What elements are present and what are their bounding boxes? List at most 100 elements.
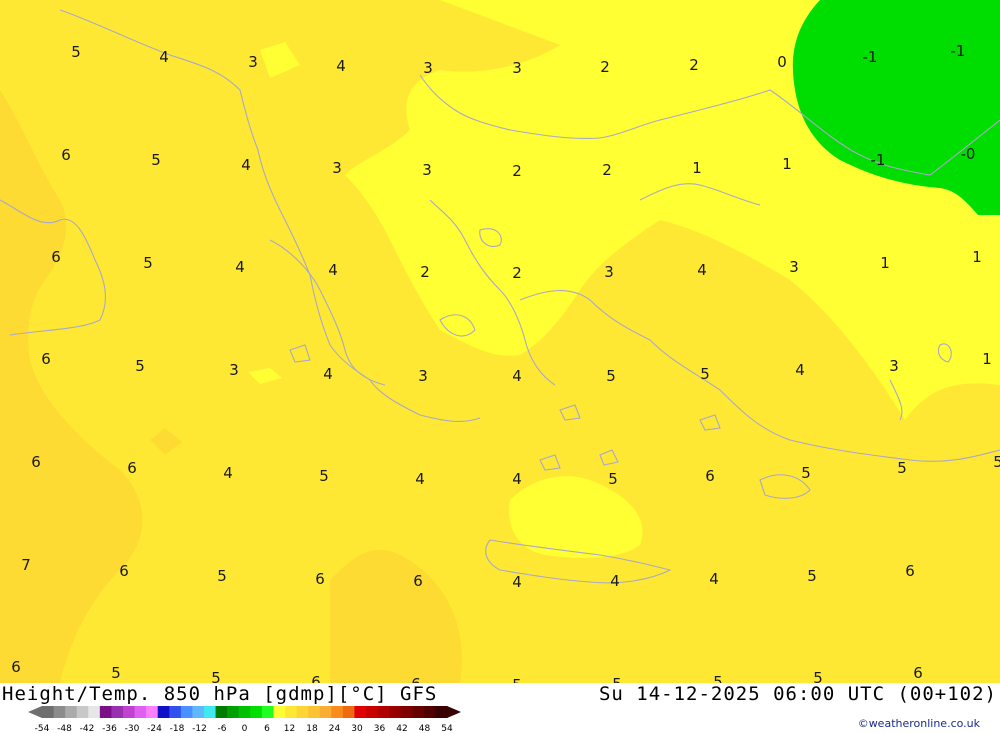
- scale-tick-label: 18: [306, 724, 318, 733]
- valid-time: Su 14-12-2025 06:00 UTC (00+102): [598, 683, 997, 705]
- temperature-value: 2: [512, 264, 522, 282]
- scale-swatch: [192, 706, 205, 718]
- credit-link[interactable]: ©weatheronline.co.uk: [858, 717, 980, 730]
- temperature-value: 5: [801, 464, 811, 482]
- temperature-value: 3: [423, 59, 433, 77]
- scale-swatch: [169, 706, 182, 718]
- temperature-value: -0: [961, 145, 976, 163]
- footer-bar: Height/Temp. 850 hPa [gdmp][°C] GFS Su 1…: [0, 683, 1000, 733]
- temperature-map: 5 4 3 4 3 3 2 2 0 -1 -1 6 5 4 3 3 2 2 1 1 -1 -0 6 5 4 4 2 2 3 4 3 1 1 6 5 3…: [0, 0, 1000, 683]
- temperature-value: 6: [315, 570, 325, 588]
- temperature-value: 3: [229, 361, 239, 379]
- scale-swatch: [331, 706, 344, 718]
- temperature-value: 5: [612, 675, 622, 683]
- temperature-value: 3: [889, 357, 899, 375]
- scale-swatch: [53, 706, 66, 718]
- scale-swatch: [377, 706, 390, 718]
- temperature-value: 5: [111, 664, 121, 682]
- scale-tick-label: -36: [102, 724, 117, 733]
- temperature-value: 4: [223, 464, 233, 482]
- scale-tick-label: 48: [419, 724, 431, 733]
- temperature-value: 7: [21, 556, 31, 574]
- temperature-value: -1: [863, 48, 878, 66]
- temperature-value: 4: [795, 361, 805, 379]
- temperature-value: 5: [713, 673, 723, 683]
- scale-swatch: [227, 706, 240, 718]
- temperature-value: -1: [951, 42, 966, 60]
- temperature-value: 6: [913, 664, 923, 682]
- temperature-value: 6: [411, 675, 421, 683]
- temperature-value: 5: [813, 669, 823, 683]
- temperature-value: 3: [332, 159, 342, 177]
- scale-swatch: [215, 706, 228, 718]
- scale-swatch: [273, 706, 286, 718]
- temperature-value: 5: [608, 470, 618, 488]
- scale-swatch: [157, 706, 170, 718]
- temperature-value: 4: [235, 258, 245, 276]
- scale-swatch: [180, 706, 193, 718]
- temperature-value: 4: [328, 261, 338, 279]
- scale-tick-label: 54: [441, 724, 453, 733]
- scale-tick-label: -6: [218, 724, 227, 733]
- temperature-value: 4: [415, 470, 425, 488]
- scale-swatch: [319, 706, 332, 718]
- scale-swatch: [99, 706, 112, 718]
- temperature-value: 6: [311, 673, 321, 683]
- temperature-value: 2: [512, 162, 522, 180]
- scale-swatch: [354, 706, 367, 718]
- temperature-value: 5: [700, 365, 710, 383]
- temperature-value: 2: [602, 161, 612, 179]
- temperature-value: 3: [512, 59, 522, 77]
- scale-swatch: [435, 706, 448, 718]
- scale-arrow-right: [447, 706, 461, 718]
- temperature-value: 3: [418, 367, 428, 385]
- scale-tick-label: -48: [57, 724, 72, 733]
- scale-swatch: [134, 706, 147, 718]
- temperature-value: 5: [993, 453, 1000, 471]
- temperature-value: 4: [709, 570, 719, 588]
- temperature-value: 6: [61, 146, 71, 164]
- temperature-value: 6: [119, 562, 129, 580]
- scale-tick-label: 42: [396, 724, 407, 733]
- scale-swatch: [76, 706, 89, 718]
- scale-swatch: [423, 706, 436, 718]
- scale-swatch: [389, 706, 402, 718]
- temperature-value: 6: [127, 459, 137, 477]
- temperature-value: 6: [705, 467, 715, 485]
- scale-tick-label: -30: [125, 724, 140, 733]
- temperature-value: 5: [217, 567, 227, 585]
- temperature-value: 3: [422, 161, 432, 179]
- scale-swatch: [88, 706, 101, 718]
- temperature-value: 1: [982, 350, 992, 368]
- temperature-value: 6: [51, 248, 61, 266]
- temperature-value: 5: [211, 669, 221, 683]
- temperature-value: 1: [782, 155, 792, 173]
- temperature-value: 4: [697, 261, 707, 279]
- scale-swatch: [296, 706, 309, 718]
- temperature-value: 6: [413, 572, 423, 590]
- temperature-value: 4: [610, 572, 620, 590]
- scale-swatch: [204, 706, 217, 718]
- temperature-value: 5: [135, 357, 145, 375]
- temperature-value: 6: [905, 562, 915, 580]
- temperature-value: 1: [972, 248, 982, 266]
- scale-tick-label: -12: [192, 724, 207, 733]
- scale-swatch: [366, 706, 379, 718]
- scale-arrow-left: [28, 706, 42, 718]
- scale-swatch: [238, 706, 251, 718]
- temperature-value: 6: [31, 453, 41, 471]
- scale-swatch: [261, 706, 274, 718]
- temperature-value: 4: [512, 573, 522, 591]
- temperature-value: 4: [323, 365, 333, 383]
- scale-swatch: [250, 706, 263, 718]
- temperature-value: 5: [319, 467, 329, 485]
- temperature-value: 1: [880, 254, 890, 272]
- temperature-value: 4: [159, 48, 169, 66]
- temperature-value: 4: [336, 57, 346, 75]
- scale-tick-label: -24: [147, 724, 162, 733]
- temperature-value: 5: [512, 676, 522, 683]
- scale-swatch: [400, 706, 413, 718]
- temperature-value: 1: [692, 159, 702, 177]
- temperature-value: 5: [807, 567, 817, 585]
- temperature-value: 5: [151, 151, 161, 169]
